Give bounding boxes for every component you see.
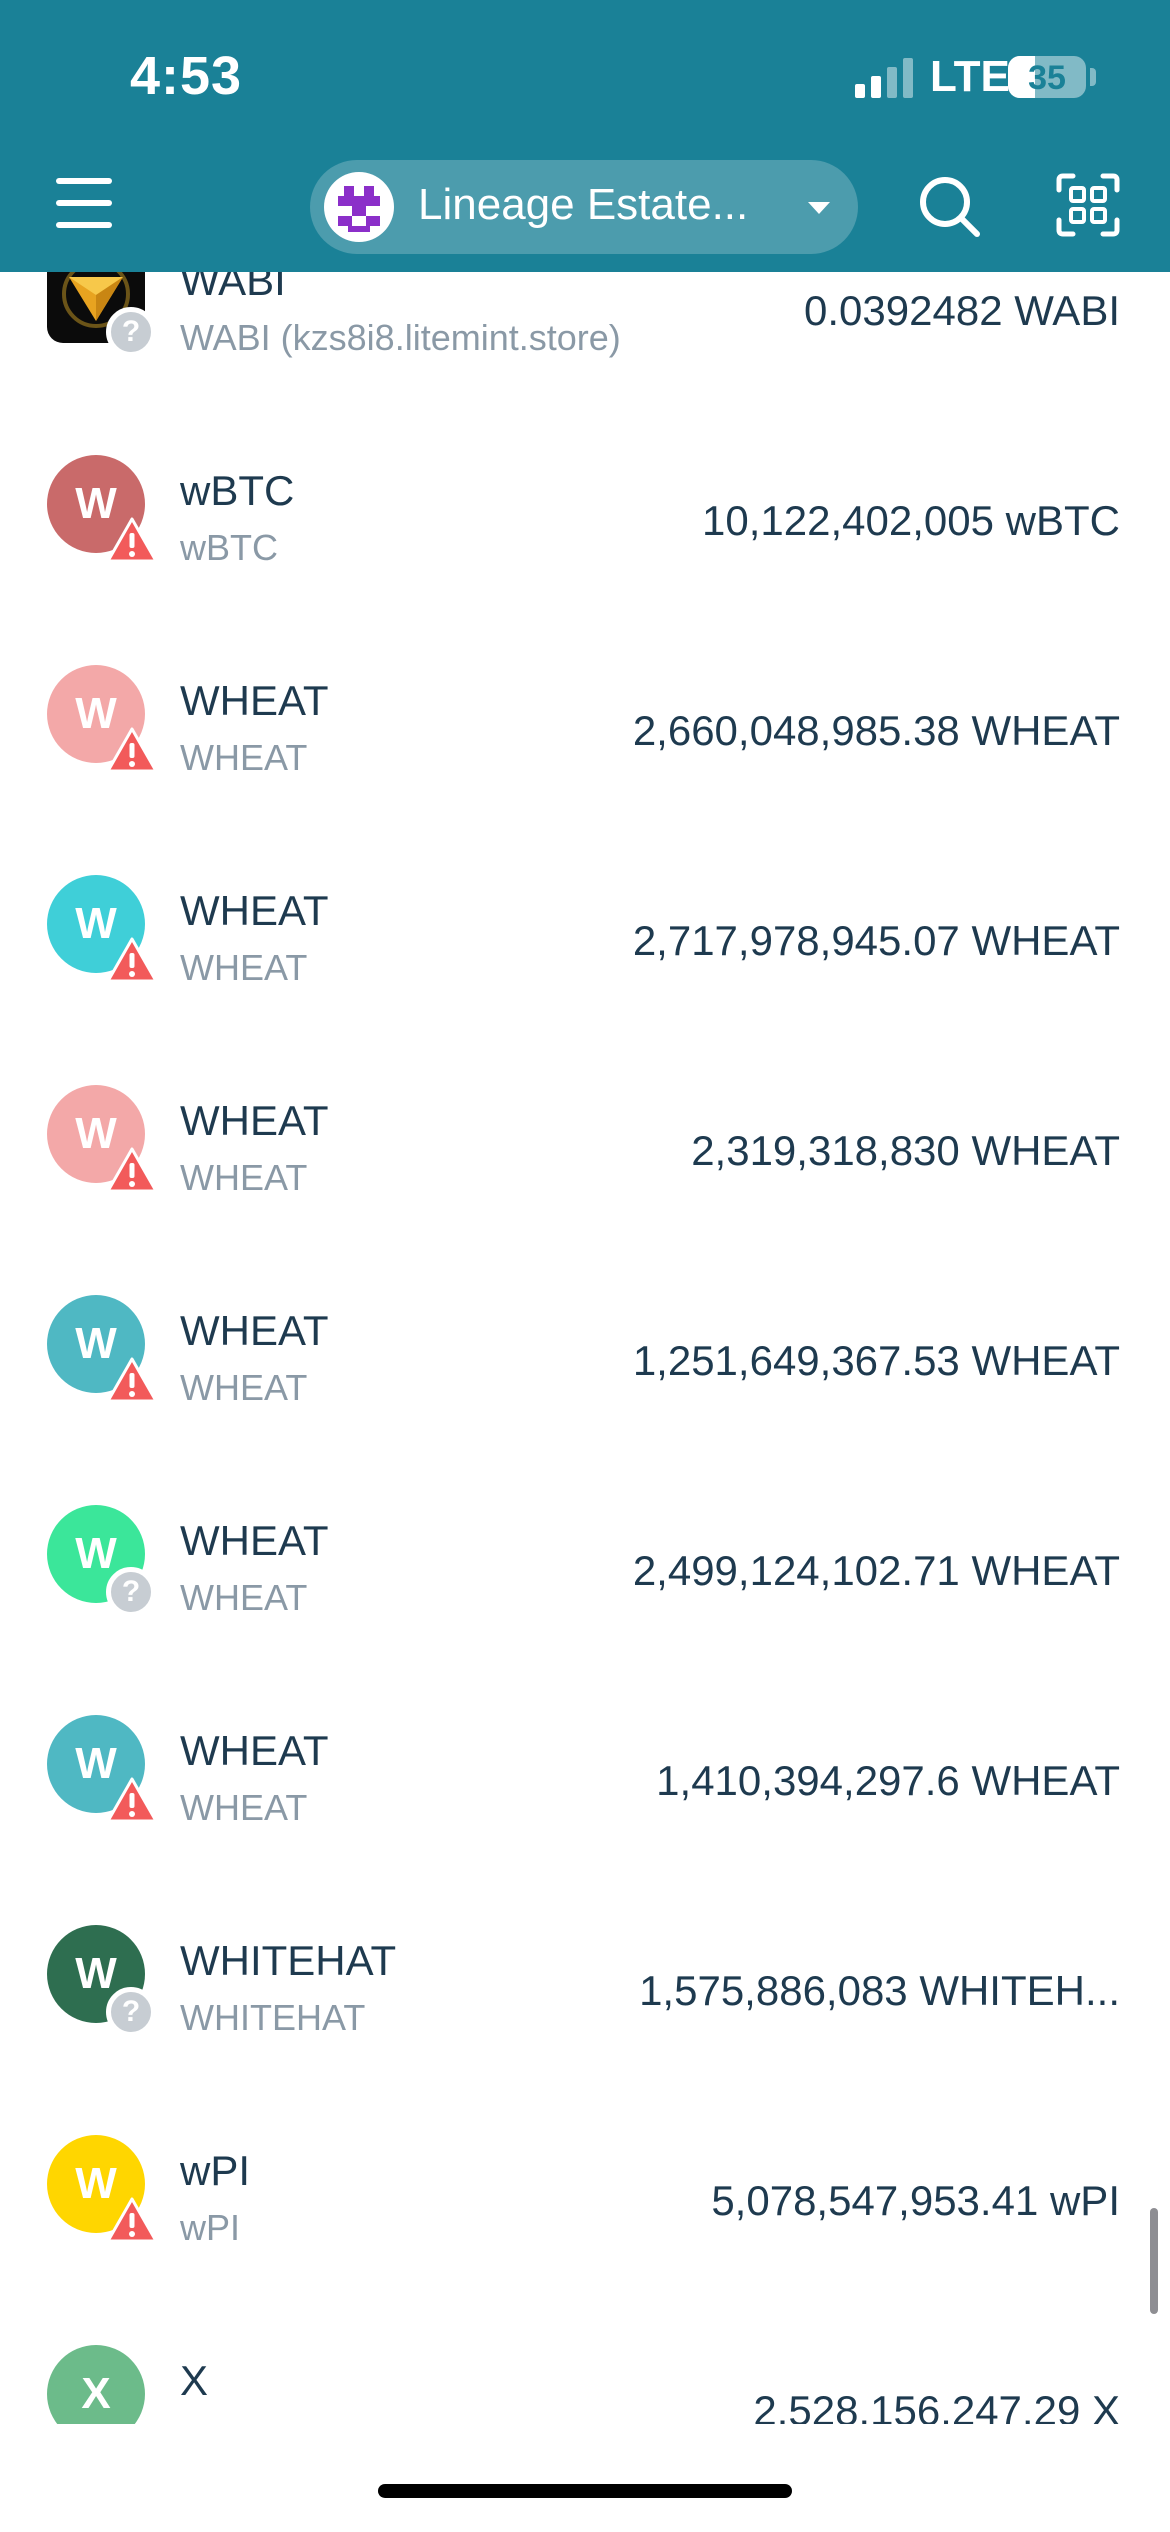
unverified-question-icon: ?	[106, 307, 156, 357]
scrollbar[interactable]	[1150, 2208, 1158, 2314]
warning-icon	[106, 1357, 158, 1403]
token-row[interactable]: W? WHEAT WHEAT 2,499,124,102.71 WHEAT	[0, 1460, 1170, 1670]
token-row[interactable]: WwBTC wBTC 10,122,402,005 wBTC	[0, 410, 1170, 620]
search-icon[interactable]	[915, 172, 985, 242]
token-balance: 10,122,402,005 wBTC	[702, 497, 1120, 544]
cellular-signal-icon	[855, 58, 913, 98]
token-row[interactable]: W WHEAT WHEAT 2,717,978,945.07 WHEAT	[0, 830, 1170, 1040]
chevron-down-icon	[808, 202, 830, 214]
token-subtitle: WHEAT	[180, 737, 308, 778]
home-indicator[interactable]	[378, 2484, 792, 2498]
warning-icon	[106, 1777, 158, 1823]
token-balance: 5,078,547,953.41 wPI	[711, 2177, 1120, 2224]
unverified-question-icon: ?	[106, 1987, 156, 2037]
warning-icon	[106, 937, 158, 983]
token-subtitle: WHEAT	[180, 1787, 308, 1828]
token-name: wPI	[180, 2147, 251, 2194]
token-name: WHEAT	[180, 1727, 329, 1774]
token-name: X	[180, 2357, 209, 2404]
token-name: WHITEHAT	[180, 1937, 397, 1984]
token-subtitle: wBTC	[180, 527, 278, 568]
token-name: WHEAT	[180, 887, 329, 934]
token-row[interactable]: WwPI wPI 5,078,547,953.41 wPI	[0, 2090, 1170, 2300]
token-balance: 0.0392482 WABI	[804, 287, 1120, 334]
warning-icon	[106, 517, 158, 563]
token-balance: 2,319,318,830 WHEAT	[691, 1127, 1120, 1174]
token-row[interactable]: W WHEAT WHEAT 1,410,394,297.6 WHEAT	[0, 1670, 1170, 1880]
token-balance: 1,410,394,297.6 WHEAT	[656, 1757, 1120, 1804]
token-row[interactable]: W WHEAT WHEAT 2,660,048,985.38 WHEAT	[0, 620, 1170, 830]
token-name: WHEAT	[180, 1097, 329, 1144]
token-subtitle: wPI	[180, 2207, 241, 2248]
token-name: WHEAT	[180, 677, 329, 724]
token-balance: 1,575,886,083 WHITEH...	[639, 1967, 1120, 2014]
battery-percent: 35	[1028, 59, 1066, 97]
token-name: WABI	[180, 272, 286, 304]
token-list[interactable]: ? WABI WABI (kzs8i8.litemint.store) 0.03924…	[0, 272, 1170, 2424]
warning-icon	[106, 2197, 158, 2243]
token-row[interactable]: W WHEAT WHEAT 1,251,649,367.53 WHEAT	[0, 1250, 1170, 1460]
battery-icon: 35	[1008, 56, 1086, 98]
account-avatar	[324, 172, 394, 242]
token-row[interactable]: ? WABI WABI (kzs8i8.litemint.store) 0.03924…	[0, 272, 1170, 410]
token-row[interactable]: W? WHITEHAT WHITEHAT 1,575,886,083 WHITEH..…	[0, 1880, 1170, 2090]
token-subtitle: WABI (kzs8i8.litemint.store)	[180, 317, 621, 358]
token-balance: 2,717,978,945.07 WHEAT	[632, 917, 1120, 964]
token-row[interactable]: X X 2,528,156,247.29 X	[0, 2300, 1170, 2424]
token-subtitle: WHEAT	[180, 1367, 308, 1408]
token-name: wBTC	[180, 467, 295, 514]
network-type: LTE	[930, 52, 1010, 101]
token-name: WHEAT	[180, 1307, 329, 1354]
token-balance: 1,251,649,367.53 WHEAT	[632, 1337, 1120, 1384]
token-subtitle: WHEAT	[180, 1577, 308, 1618]
warning-icon	[106, 1147, 158, 1193]
unverified-question-icon: ?	[106, 1567, 156, 1617]
token-subtitle: WHITEHAT	[180, 1997, 366, 2038]
account-name: Lineage Estate...	[418, 180, 749, 229]
warning-icon	[106, 727, 158, 773]
status-time: 4:53	[130, 46, 243, 106]
token-subtitle: WHEAT	[180, 1157, 308, 1198]
token-balance: 2,660,048,985.38 WHEAT	[632, 707, 1120, 754]
token-row[interactable]: W WHEAT WHEAT 2,319,318,830 WHEAT	[0, 1040, 1170, 1250]
token-balance: 2,499,124,102.71 WHEAT	[632, 1547, 1120, 1594]
token-subtitle: WHEAT	[180, 947, 308, 988]
app-header: 4:53 LTE 35 Lineage Estate...	[0, 0, 1170, 272]
scan-qr-icon[interactable]	[1055, 172, 1121, 238]
token-icon: X	[47, 2345, 145, 2424]
token-balance: 2,528,156,247.29 X	[753, 2387, 1120, 2424]
battery-tip	[1090, 68, 1096, 86]
account-selector[interactable]: Lineage Estate...	[310, 160, 858, 254]
token-name: WHEAT	[180, 1517, 329, 1564]
hamburger-menu-icon[interactable]	[56, 178, 112, 230]
